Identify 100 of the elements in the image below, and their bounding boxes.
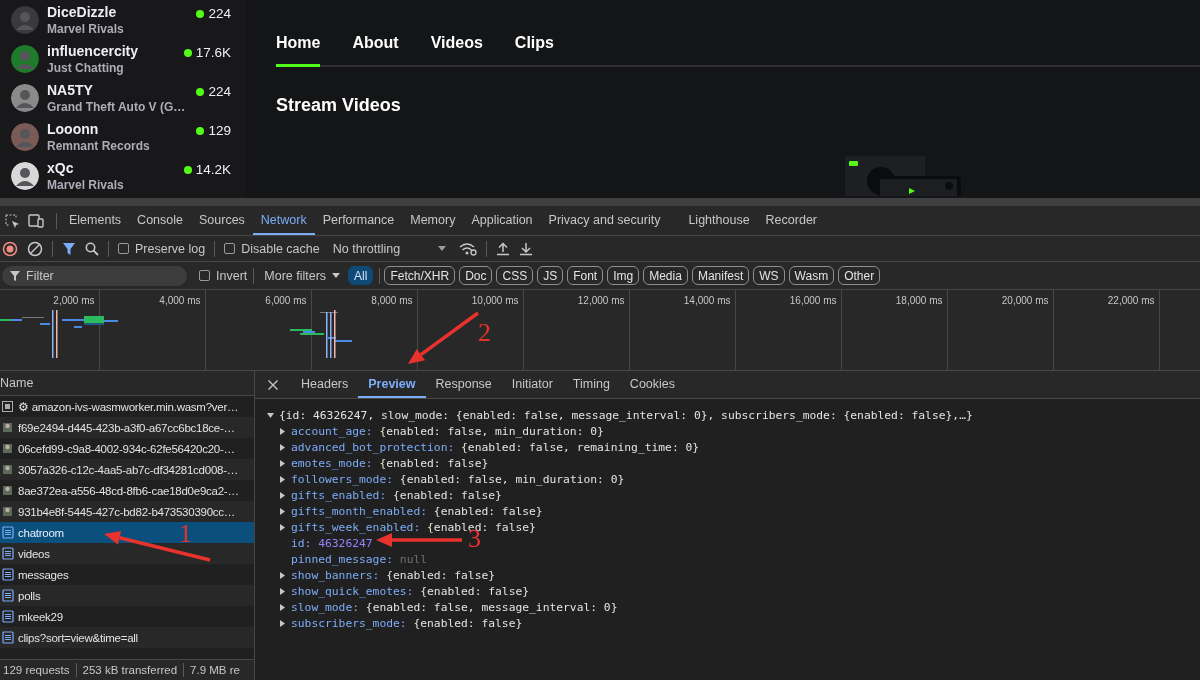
time-tick: 10,000 ms bbox=[471, 294, 520, 307]
network-conditions-icon[interactable] bbox=[459, 241, 478, 256]
status-text: 129 requests bbox=[3, 664, 70, 676]
document-icon bbox=[2, 589, 14, 602]
checkbox[interactable] bbox=[118, 243, 129, 254]
expand-triangle-icon[interactable] bbox=[279, 571, 286, 579]
annotation-number: 2 bbox=[478, 320, 491, 346]
detail-tab[interactable]: Response bbox=[425, 377, 502, 398]
expand-triangle-icon[interactable] bbox=[279, 443, 286, 451]
filter-icon bbox=[10, 270, 20, 281]
checkbox[interactable] bbox=[224, 243, 236, 254]
channel-category: Just Chatting bbox=[47, 60, 125, 75]
channel-tab[interactable]: About bbox=[352, 34, 399, 67]
channel-tab[interactable]: Home bbox=[276, 34, 321, 67]
download-icon[interactable] bbox=[519, 241, 534, 256]
type-filter-chip[interactable]: CSS bbox=[496, 266, 534, 285]
object-summary: {id: 46326247, slow_mode: {enabled: false, message_interval: 0}, subscribers_mode: {enabled: false},…} bbox=[279, 408, 973, 422]
type-filter-chip[interactable]: Manifest bbox=[691, 266, 750, 285]
detail-tab[interactable]: Timing bbox=[562, 377, 620, 398]
request-row[interactable]: polls bbox=[0, 585, 254, 606]
time-tick: 2,000 ms bbox=[53, 294, 96, 307]
type-filter-chip[interactable]: Media bbox=[643, 266, 688, 285]
property-text: advanced_bot_protection: {enabled: false, remaining_time: 0} bbox=[291, 440, 700, 454]
live-dot-icon bbox=[183, 165, 192, 174]
type-filter-chip[interactable]: WS bbox=[753, 266, 785, 285]
checkbox-label: Preserve log bbox=[135, 241, 206, 256]
checkbox-label: Disable cache bbox=[241, 241, 320, 256]
avatar bbox=[11, 44, 39, 73]
panel-tab[interactable]: Elements bbox=[61, 213, 130, 235]
upload-icon[interactable] bbox=[496, 241, 511, 256]
request-row[interactable]: 3057a326-c12c-4aa5-ab7c-df34281cd008-… bbox=[0, 459, 254, 480]
filter-input[interactable]: Filter bbox=[26, 268, 176, 283]
request-row[interactable]: clips?sort=view&time=all bbox=[0, 627, 254, 648]
detail-tab[interactable]: Cookies bbox=[619, 377, 686, 398]
throttling-dropdown[interactable]: No throttling bbox=[328, 241, 451, 256]
expand-triangle-icon[interactable] bbox=[279, 619, 286, 627]
type-filter-chip[interactable]: Doc bbox=[459, 266, 493, 285]
time-tick: 18,000 ms bbox=[895, 294, 944, 307]
viewer-count: 17.6K bbox=[195, 45, 231, 60]
expand-triangle-icon[interactable] bbox=[279, 491, 286, 499]
type-filter-chip[interactable]: Font bbox=[567, 266, 604, 285]
expand-triangle-icon[interactable] bbox=[279, 587, 286, 595]
type-filter-chip[interactable]: JS bbox=[537, 266, 564, 285]
clear-icon[interactable] bbox=[27, 240, 43, 257]
panel-tab[interactable]: Performance bbox=[314, 213, 403, 235]
expand-triangle-icon[interactable] bbox=[279, 475, 286, 483]
expand-triangle-icon[interactable] bbox=[279, 507, 286, 515]
filter-field[interactable]: Filter bbox=[2, 265, 187, 286]
property-text: account_age: {enabled: false, min_duration: 0} bbox=[291, 424, 604, 438]
expand-triangle-icon[interactable] bbox=[279, 427, 286, 435]
detail-tab[interactable]: Headers bbox=[291, 377, 359, 398]
panel-tab[interactable]: Recorder bbox=[757, 213, 825, 235]
caret-icon bbox=[438, 246, 447, 251]
expand-triangle-icon[interactable] bbox=[267, 411, 274, 419]
avatar bbox=[11, 83, 39, 112]
device-icon[interactable] bbox=[28, 212, 44, 229]
detail-tab[interactable]: Preview bbox=[358, 377, 426, 398]
time-tick: 16,000 ms bbox=[789, 294, 838, 307]
channel-name: xQc bbox=[47, 159, 75, 176]
live-dot-icon bbox=[196, 9, 205, 18]
image-thumbnail-icon bbox=[2, 421, 14, 434]
channel-name: influencercity bbox=[47, 42, 140, 59]
time-tick: 20,000 ms bbox=[1001, 294, 1050, 307]
section-title: Stream Videos bbox=[276, 95, 402, 116]
panel-tab[interactable]: Sources bbox=[191, 213, 253, 235]
document-icon bbox=[2, 610, 14, 623]
type-filter-chip[interactable]: Wasm bbox=[788, 266, 835, 285]
expand-triangle-icon[interactable] bbox=[279, 523, 286, 531]
panel-tab[interactable]: Lighthouse bbox=[680, 213, 758, 235]
request-row[interactable]: 931b4e8f-5445-427c-bd82-b473530390cc… bbox=[0, 501, 254, 522]
request-row[interactable]: videos bbox=[0, 543, 254, 564]
property-text: followers_mode: {enabled: false, min_duration: 0} bbox=[291, 472, 625, 486]
request-row[interactable]: f69e2494-d445-423b-a3f0-a67cc6bc18ce-… bbox=[0, 417, 254, 438]
expand-triangle-icon[interactable] bbox=[279, 459, 286, 467]
more-filters-dropdown[interactable]: More filters bbox=[260, 268, 345, 283]
detail-tab[interactable]: Initiator bbox=[501, 377, 563, 398]
close-icon[interactable] bbox=[267, 378, 279, 391]
panel-tab[interactable]: Application bbox=[463, 213, 541, 235]
time-tick: 6,000 ms bbox=[265, 294, 308, 307]
type-filter-chip[interactable]: All bbox=[348, 266, 374, 285]
search-icon[interactable] bbox=[85, 241, 99, 256]
expand-triangle-icon[interactable] bbox=[279, 603, 286, 611]
record-icon[interactable] bbox=[2, 240, 18, 257]
filter-icon[interactable] bbox=[62, 241, 76, 256]
panel-tab[interactable]: Privacy and security bbox=[540, 213, 669, 235]
channel-tab[interactable]: Clips bbox=[514, 34, 554, 67]
checkbox[interactable] bbox=[199, 270, 210, 281]
checkbox-label: Invert bbox=[216, 268, 248, 283]
property-text: show_banners: {enabled: false} bbox=[291, 568, 496, 582]
live-dot-icon bbox=[196, 87, 205, 96]
panel-tab[interactable]: Memory bbox=[402, 213, 464, 235]
column-header[interactable]: Name bbox=[0, 371, 254, 396]
type-filter-chip[interactable]: Fetch/XHR bbox=[384, 266, 456, 285]
panel-tab[interactable]: Console bbox=[129, 213, 191, 235]
document-icon bbox=[2, 547, 14, 560]
channel-tab[interactable]: Videos bbox=[430, 34, 483, 67]
channel-name: DiceDizzle bbox=[47, 3, 118, 20]
type-filter-chip[interactable]: Other bbox=[838, 266, 881, 285]
type-filter-chip[interactable]: Img bbox=[607, 266, 640, 285]
inspect-icon[interactable] bbox=[4, 212, 20, 229]
